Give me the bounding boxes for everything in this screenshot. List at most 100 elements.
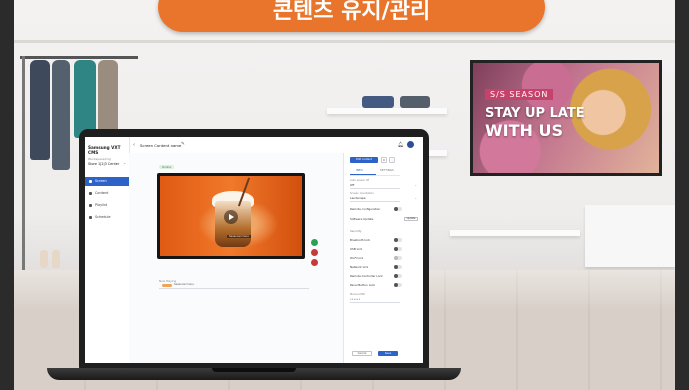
- toggle-label: Software Update: [350, 217, 374, 221]
- cabinet: [585, 205, 675, 267]
- edit-content-button[interactable]: Edit content: [350, 157, 378, 163]
- coat-hanger: [30, 60, 50, 160]
- network-lock-toggle[interactable]: [394, 265, 402, 269]
- org-label: Workspace/Org: [88, 157, 111, 161]
- rack-pole: [22, 56, 25, 276]
- laptop-screen: Samsung VXT CMS Workspace/Org Store 1|2|…: [85, 137, 423, 363]
- field-underline: [350, 201, 400, 202]
- field-underline: [350, 188, 400, 189]
- field-label: Auto power off: [350, 179, 370, 182]
- red-action-icon[interactable]: [311, 259, 318, 266]
- banner-title: 콘텐츠 유지/관리: [158, 0, 545, 32]
- wifi-lock-toggle[interactable]: [394, 256, 402, 260]
- laptop-notch: [212, 368, 296, 372]
- content-icon: [89, 192, 92, 195]
- store-scene: S/S SEASON STAY UP LATE WITH US Samsung …: [0, 0, 689, 390]
- shoe: [52, 250, 60, 268]
- more-icon[interactable]: ⋮: [389, 157, 395, 163]
- tab-info[interactable]: INFO: [356, 168, 363, 172]
- tab-settings[interactable]: SETTINGS: [380, 168, 394, 172]
- panel-button-lock-toggle[interactable]: [394, 283, 402, 287]
- sidebar-item-screen[interactable]: Screen: [85, 177, 129, 186]
- content-canvas: Online Seasonal menu Now Playing Seasona…: [129, 153, 343, 363]
- toggle-label: Remote configuration: [350, 207, 381, 211]
- sidebar-item-playlist[interactable]: Playlist: [85, 201, 129, 210]
- content-preview[interactable]: Seasonal menu: [157, 173, 305, 259]
- status-badge: Online: [159, 165, 175, 169]
- tab-indicator: [350, 174, 376, 175]
- tab-divider: [350, 175, 400, 176]
- bluetooth-lock-toggle[interactable]: [394, 238, 402, 242]
- sidebar-item-label: Content: [95, 191, 109, 195]
- toggle-row: Wi-Fi lock: [350, 255, 402, 261]
- preview-caption: Seasonal menu: [227, 235, 251, 238]
- play-icon[interactable]: [224, 210, 238, 224]
- sidebar-item-content[interactable]: Content: [85, 189, 129, 198]
- remote-controller-lock-toggle[interactable]: [394, 274, 402, 278]
- toggle-row: Panel Button Lock: [350, 282, 402, 288]
- field-underline: [350, 302, 400, 303]
- page-title: Screen Content name: [140, 143, 182, 148]
- auto-power-select[interactable]: Off: [350, 183, 354, 187]
- sidebar-item-label: Schedule: [95, 215, 111, 219]
- manual-pin-field[interactable]: ••••••: [350, 297, 360, 301]
- sidebar-item-schedule[interactable]: Schedule: [85, 213, 129, 222]
- coat-hanger: [52, 60, 70, 170]
- folded-clothes: [400, 96, 430, 108]
- remote-config-toggle[interactable]: [394, 207, 402, 211]
- field-label: Screen orientation: [350, 192, 374, 195]
- chevron-down-icon[interactable]: ⌄: [414, 196, 417, 200]
- toggle-label: Bluetooth lock: [350, 238, 371, 242]
- top-bar: ‹ Screen Content name ✎ 🔔︎: [129, 137, 423, 154]
- cms-app: Samsung VXT CMS Workspace/Org Store 1|2|…: [85, 137, 423, 363]
- sidebar-item-label: Playlist: [95, 203, 108, 207]
- usb-lock-toggle[interactable]: [394, 247, 402, 251]
- clothing-rack: [20, 56, 138, 59]
- frame-right: [675, 0, 689, 390]
- laptop: Samsung VXT CMS Workspace/Org Store 1|2|…: [79, 129, 429, 369]
- toggle-label: USB lock: [350, 247, 363, 251]
- org-selector[interactable]: Store 1|2|3 Center: [88, 162, 119, 166]
- section-label: Security: [350, 229, 362, 233]
- settings-panel: Edit content ⧉ ⋮ INFO SETTINGS Auto powe…: [343, 153, 423, 363]
- display-headline-2: WITH US: [485, 121, 563, 140]
- schedule-chip[interactable]: [162, 284, 172, 287]
- remote-config-row: Remote configuration: [350, 206, 402, 212]
- ceiling-line: [14, 40, 675, 43]
- wall-shelf: [450, 230, 580, 236]
- back-icon[interactable]: ‹: [133, 142, 135, 148]
- shoe: [40, 250, 48, 268]
- frame-left: [0, 0, 14, 390]
- folded-clothes: [362, 96, 394, 108]
- toggle-label: Remote Controller Lock: [350, 274, 383, 278]
- wall-shelf: [327, 108, 447, 114]
- cancel-button[interactable]: Cancel: [352, 351, 372, 356]
- chevron-down-icon[interactable]: ⌄: [414, 183, 417, 187]
- timeline[interactable]: [159, 288, 309, 289]
- toggle-row: Bluetooth lock: [350, 237, 402, 243]
- red-action-icon[interactable]: [311, 249, 318, 256]
- bell-icon[interactable]: 🔔︎: [398, 142, 404, 148]
- toggle-row: USB lock: [350, 246, 402, 252]
- field-label: Manual PIN: [350, 293, 365, 296]
- toggle-label: Network lock: [350, 265, 369, 269]
- orientation-select[interactable]: Landscape: [350, 196, 366, 200]
- wall-display: S/S SEASON STAY UP LATE WITH US: [470, 60, 662, 176]
- save-button[interactable]: Save: [378, 351, 398, 356]
- coat-hanger: [74, 60, 96, 138]
- green-action-icon[interactable]: [311, 239, 318, 246]
- display-headline-1: STAY UP LATE: [485, 106, 585, 121]
- sidebar: Samsung VXT CMS Workspace/Org Store 1|2|…: [85, 137, 130, 363]
- edit-icon[interactable]: ✎: [181, 142, 185, 147]
- toggle-row: Remote Controller Lock: [350, 273, 402, 279]
- playlist-icon: [89, 204, 92, 207]
- copy-icon[interactable]: ⧉: [381, 157, 387, 163]
- avatar[interactable]: [407, 141, 414, 148]
- chevron-down-icon[interactable]: ⌄: [123, 160, 126, 165]
- season-tag: S/S SEASON: [485, 89, 554, 100]
- toggle-row: Network lock: [350, 264, 402, 270]
- drink-glass: [215, 201, 251, 247]
- update-button[interactable]: Update: [404, 217, 418, 221]
- toggle-label: Wi-Fi lock: [350, 256, 364, 260]
- app-brand: Samsung VXT CMS: [88, 145, 121, 155]
